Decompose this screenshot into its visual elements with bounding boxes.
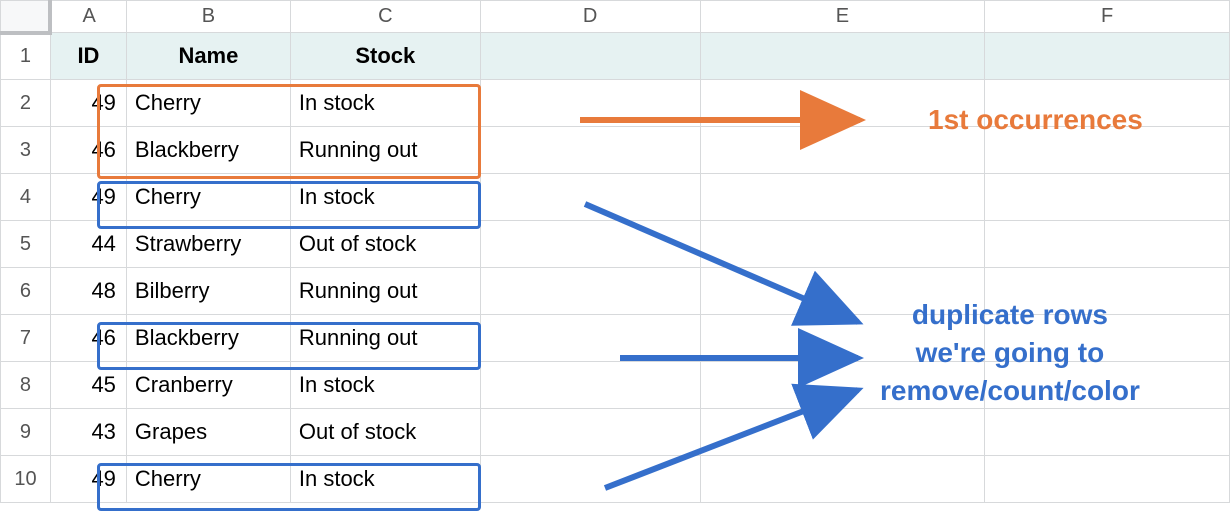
cell-B7[interactable]: Blackberry <box>126 315 290 362</box>
cell-D7[interactable] <box>480 315 700 362</box>
cell-C9[interactable]: Out of stock <box>290 409 480 456</box>
note-line: duplicate rows <box>912 299 1108 330</box>
cell-D1[interactable] <box>480 33 700 80</box>
cell-C5[interactable]: Out of stock <box>290 221 480 268</box>
cell-A10[interactable]: 49 <box>50 456 126 503</box>
note-line: we're going to <box>916 337 1105 368</box>
cell-C2[interactable]: In stock <box>290 80 480 127</box>
cell-E1[interactable] <box>700 33 985 80</box>
table-row: 5 44 Strawberry Out of stock <box>1 221 1230 268</box>
table-row: 1 ID Name Stock <box>1 33 1230 80</box>
cell-D2[interactable] <box>480 80 700 127</box>
cell-C4[interactable]: In stock <box>290 174 480 221</box>
row-header-4[interactable]: 4 <box>1 174 51 221</box>
cell-B9[interactable]: Grapes <box>126 409 290 456</box>
cell-F5[interactable] <box>985 221 1230 268</box>
row-header-9[interactable]: 9 <box>1 409 51 456</box>
cell-B4[interactable]: Cherry <box>126 174 290 221</box>
cell-E9[interactable] <box>700 409 985 456</box>
cell-C6[interactable]: Running out <box>290 268 480 315</box>
cell-D9[interactable] <box>480 409 700 456</box>
cell-C8[interactable]: In stock <box>290 362 480 409</box>
note-first-occurrences: 1st occurrences <box>928 104 1143 136</box>
cell-C3[interactable]: Running out <box>290 127 480 174</box>
cell-B6[interactable]: Bilberry <box>126 268 290 315</box>
cell-A7[interactable]: 46 <box>50 315 126 362</box>
cell-A3[interactable]: 46 <box>50 127 126 174</box>
cell-D3[interactable] <box>480 127 700 174</box>
cell-B2[interactable]: Cherry <box>126 80 290 127</box>
note-line: remove/count/color <box>880 375 1140 406</box>
table-row: 10 49 Cherry In stock <box>1 456 1230 503</box>
spreadsheet-view: A B C D E F 1 ID Name Stock 2 49 Cherry … <box>0 0 1230 530</box>
row-header-5[interactable]: 5 <box>1 221 51 268</box>
column-header-row: A B C D E F <box>1 1 1230 33</box>
cell-A1[interactable]: ID <box>50 33 126 80</box>
note-duplicates: duplicate rows we're going to remove/cou… <box>880 296 1140 409</box>
cell-A8[interactable]: 45 <box>50 362 126 409</box>
cell-A2[interactable]: 49 <box>50 80 126 127</box>
cell-D4[interactable] <box>480 174 700 221</box>
cell-D6[interactable] <box>480 268 700 315</box>
cell-D10[interactable] <box>480 456 700 503</box>
cell-E5[interactable] <box>700 221 985 268</box>
cell-C10[interactable]: In stock <box>290 456 480 503</box>
cell-A9[interactable]: 43 <box>50 409 126 456</box>
cell-B10[interactable]: Cherry <box>126 456 290 503</box>
row-header-10[interactable]: 10 <box>1 456 51 503</box>
grid[interactable]: A B C D E F 1 ID Name Stock 2 49 Cherry … <box>0 0 1230 503</box>
table-row: 9 43 Grapes Out of stock <box>1 409 1230 456</box>
table-row: 4 49 Cherry In stock <box>1 174 1230 221</box>
cell-A6[interactable]: 48 <box>50 268 126 315</box>
col-header-E[interactable]: E <box>700 1 985 33</box>
row-header-2[interactable]: 2 <box>1 80 51 127</box>
cell-A5[interactable]: 44 <box>50 221 126 268</box>
cell-B3[interactable]: Blackberry <box>126 127 290 174</box>
cell-C7[interactable]: Running out <box>290 315 480 362</box>
row-header-3[interactable]: 3 <box>1 127 51 174</box>
cell-E4[interactable] <box>700 174 985 221</box>
row-header-8[interactable]: 8 <box>1 362 51 409</box>
cell-F1[interactable] <box>985 33 1230 80</box>
col-header-D[interactable]: D <box>480 1 700 33</box>
cell-A4[interactable]: 49 <box>50 174 126 221</box>
col-header-B[interactable]: B <box>126 1 290 33</box>
cell-C1[interactable]: Stock <box>290 33 480 80</box>
cell-B1[interactable]: Name <box>126 33 290 80</box>
cell-F9[interactable] <box>985 409 1230 456</box>
cell-D8[interactable] <box>480 362 700 409</box>
row-header-7[interactable]: 7 <box>1 315 51 362</box>
cell-E10[interactable] <box>700 456 985 503</box>
cell-D5[interactable] <box>480 221 700 268</box>
cell-B8[interactable]: Cranberry <box>126 362 290 409</box>
col-header-C[interactable]: C <box>290 1 480 33</box>
row-header-1[interactable]: 1 <box>1 33 51 80</box>
cell-F10[interactable] <box>985 456 1230 503</box>
col-header-A[interactable]: A <box>50 1 126 33</box>
col-header-F[interactable]: F <box>985 1 1230 33</box>
cell-F4[interactable] <box>985 174 1230 221</box>
cell-B5[interactable]: Strawberry <box>126 221 290 268</box>
row-header-6[interactable]: 6 <box>1 268 51 315</box>
select-all-corner[interactable] <box>1 1 51 33</box>
